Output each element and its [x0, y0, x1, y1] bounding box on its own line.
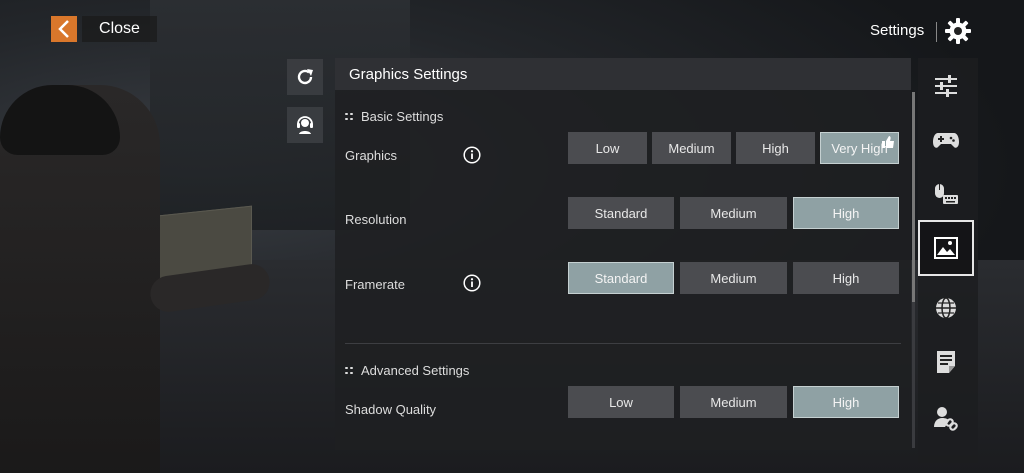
recommended-thumbs-up-icon [882, 136, 894, 148]
info-icon[interactable] [463, 146, 481, 164]
framerate-option-standard[interactable]: Standard [568, 262, 674, 294]
divider [936, 22, 937, 42]
resolution-option-high[interactable]: High [793, 197, 899, 229]
image-icon [934, 237, 958, 259]
rail-item-account[interactable] [918, 390, 974, 446]
row-label-resolution: Resolution [345, 212, 407, 227]
gear-icon[interactable] [944, 17, 972, 45]
graphics-option-very-high[interactable]: Very High [820, 132, 899, 164]
section-title-basic: Basic Settings [345, 109, 443, 124]
row-label-graphics: Graphics [345, 148, 398, 163]
rail-item-notices[interactable] [918, 334, 974, 390]
account-link-icon [934, 407, 958, 431]
panel-scrollbar-thumb[interactable] [912, 92, 915, 302]
section-title-label: Advanced Settings [361, 363, 470, 378]
section-title-label: Basic Settings [361, 109, 444, 124]
mouse-keyboard-icon [935, 184, 958, 204]
sliders-icon [935, 75, 957, 97]
rail-item-language[interactable] [918, 280, 974, 336]
rail-item-controls[interactable] [918, 112, 974, 168]
close-button[interactable]: Close [82, 16, 157, 42]
framerate-option-high[interactable]: High [793, 262, 899, 294]
gamepad-icon [933, 133, 959, 148]
settings-category-rail [918, 58, 978, 463]
panel-title: Graphics Settings [349, 65, 468, 83]
graphics-option-low[interactable]: Low [568, 132, 647, 164]
rail-item-general[interactable] [918, 58, 974, 114]
shadow-option-high[interactable]: High [793, 386, 899, 418]
section-title-advanced: Advanced Settings [345, 363, 469, 378]
support-icon [297, 116, 313, 134]
row-label-shadow-quality: Shadow Quality [345, 402, 437, 417]
drag-dots-icon [345, 112, 353, 121]
framerate-option-medium[interactable]: Medium [680, 262, 787, 294]
option-label: Very High [831, 140, 888, 156]
resolution-option-medium[interactable]: Medium [680, 197, 787, 229]
section-divider [345, 343, 901, 344]
reset-button[interactable] [287, 59, 323, 95]
reset-icon [297, 69, 313, 85]
panel-header: Graphics Settings [335, 58, 911, 90]
resolution-option-standard[interactable]: Standard [568, 197, 674, 229]
drag-dots-icon [345, 366, 353, 375]
info-icon[interactable] [463, 274, 481, 292]
rail-item-graphics[interactable] [918, 220, 974, 276]
chevron-left-icon [58, 20, 69, 38]
graphics-settings-panel: Graphics Settings Basic Settings Graphic… [335, 58, 911, 450]
graphics-option-medium[interactable]: Medium [652, 132, 731, 164]
row-label-framerate: Framerate [345, 277, 405, 292]
shadow-option-low[interactable]: Low [568, 386, 674, 418]
rail-item-mouse-keyboard[interactable] [918, 166, 974, 222]
document-icon [937, 351, 955, 373]
settings-title: Settings [870, 22, 925, 39]
graphics-option-high[interactable]: High [736, 132, 815, 164]
customer-support-button[interactable] [287, 107, 323, 143]
shadow-option-medium[interactable]: Medium [680, 386, 787, 418]
back-button[interactable] [51, 16, 77, 42]
globe-icon [936, 297, 956, 319]
